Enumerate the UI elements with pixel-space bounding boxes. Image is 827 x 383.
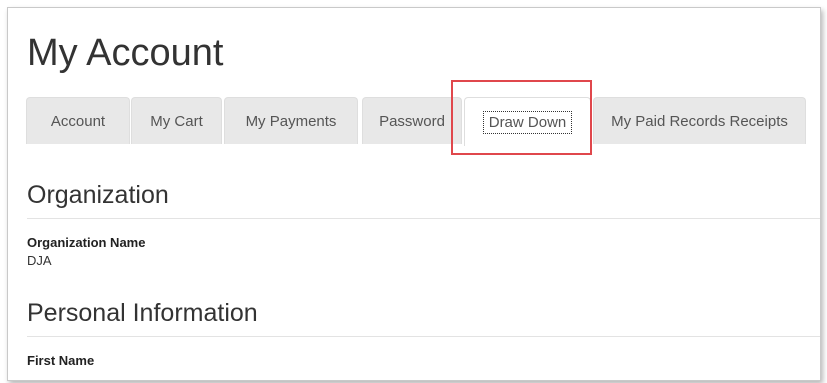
tab-password-label: Password — [379, 112, 445, 130]
tab-password[interactable]: Password — [362, 97, 462, 144]
tab-draw-down-label: Draw Down — [482, 110, 573, 134]
organization-name-label: Organization Name — [27, 235, 146, 250]
tab-my-cart[interactable]: My Cart — [131, 97, 222, 144]
account-page: My Account Account My Cart My Payments P… — [7, 7, 821, 381]
tab-account-label: Account — [50, 112, 106, 130]
personal-information-divider — [27, 336, 820, 337]
organization-name-value: DJA — [27, 253, 52, 268]
account-tabs: Account My Cart My Payments Password Dra… — [26, 97, 820, 146]
personal-information-section-title: Personal Information — [27, 299, 258, 327]
tab-my-paid-records-receipts[interactable]: My Paid Records Receipts — [593, 97, 806, 144]
tab-my-payments[interactable]: My Payments — [224, 97, 358, 144]
page-title: My Account — [27, 32, 224, 74]
organization-divider — [27, 218, 820, 219]
organization-section-title: Organization — [27, 181, 169, 209]
tab-draw-down[interactable]: Draw Down — [464, 97, 591, 146]
first-name-label: First Name — [27, 353, 95, 368]
tab-account[interactable]: Account — [26, 97, 130, 144]
tab-my-payments-label: My Payments — [245, 112, 337, 130]
tab-my-cart-label: My Cart — [150, 112, 203, 130]
tab-my-paid-records-receipts-label: My Paid Records Receipts — [611, 112, 788, 130]
